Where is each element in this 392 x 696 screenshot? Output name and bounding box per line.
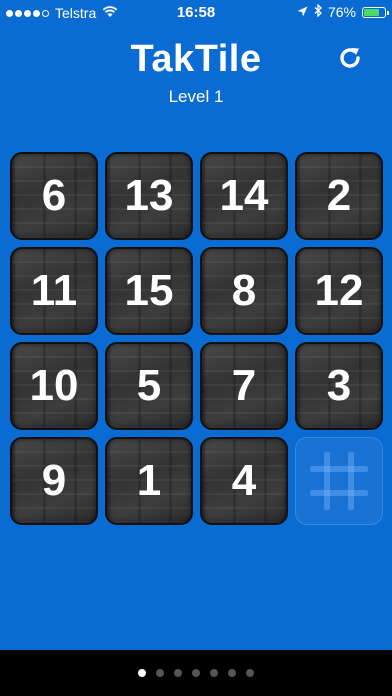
level-label: Level 1 <box>168 87 224 106</box>
tile[interactable]: 9 <box>10 437 98 525</box>
page-dot[interactable] <box>192 669 200 677</box>
bluetooth-icon <box>314 3 322 20</box>
tile-number: 11 <box>30 266 78 315</box>
tile-number: 5 <box>136 361 162 410</box>
status-right: 76% <box>297 3 389 20</box>
tile-number: 12 <box>314 266 364 315</box>
tile-number: 13 <box>124 171 174 220</box>
empty-tile[interactable] <box>295 437 383 525</box>
page-dot[interactable] <box>156 669 164 677</box>
tile-number: 8 <box>231 266 257 315</box>
tile-number: 14 <box>219 171 269 220</box>
tile[interactable]: 13 <box>105 152 193 240</box>
tile-number: 4 <box>231 456 257 505</box>
tile[interactable]: 10 <box>10 342 98 430</box>
tile-number: 7 <box>231 361 257 410</box>
page-dot[interactable] <box>174 669 182 677</box>
tile-number: 3 <box>326 361 352 410</box>
status-bar: Telstra 16:58 76% <box>0 0 392 26</box>
tile[interactable]: 8 <box>200 247 288 335</box>
tile[interactable]: 15 <box>105 247 193 335</box>
tile[interactable]: 2 <box>295 152 383 240</box>
page-dot[interactable] <box>228 669 236 677</box>
tile[interactable]: 5 <box>105 342 193 430</box>
page-dot[interactable] <box>138 669 146 677</box>
tile[interactable]: 11 <box>10 247 98 335</box>
tile-number: 9 <box>41 456 67 505</box>
app-title: TakTile <box>130 38 262 80</box>
hash-icon <box>310 452 368 510</box>
tile-number: 2 <box>326 171 352 220</box>
battery-percent: 76% <box>327 4 356 20</box>
battery-icon <box>362 6 389 18</box>
tile[interactable]: 3 <box>295 342 383 430</box>
tile-number: 10 <box>29 361 79 410</box>
refresh-button[interactable] <box>336 46 364 74</box>
page-dot[interactable] <box>246 669 254 677</box>
refresh-icon <box>337 45 363 76</box>
page-dot[interactable] <box>210 669 218 677</box>
page-indicator <box>0 650 392 696</box>
tile[interactable]: 7 <box>200 342 288 430</box>
game-board: 6 13 14 2 11 15 8 12 10 5 7 3 9 1 4 <box>10 152 383 525</box>
tile[interactable]: 14 <box>200 152 288 240</box>
tile-number: 6 <box>41 171 67 220</box>
tile[interactable]: 6 <box>10 152 98 240</box>
location-icon <box>297 4 308 20</box>
tile[interactable]: 1 <box>105 437 193 525</box>
tile[interactable]: 12 <box>295 247 383 335</box>
tile-number: 15 <box>124 266 174 315</box>
tile[interactable]: 4 <box>200 437 288 525</box>
tile-number: 1 <box>136 456 162 505</box>
